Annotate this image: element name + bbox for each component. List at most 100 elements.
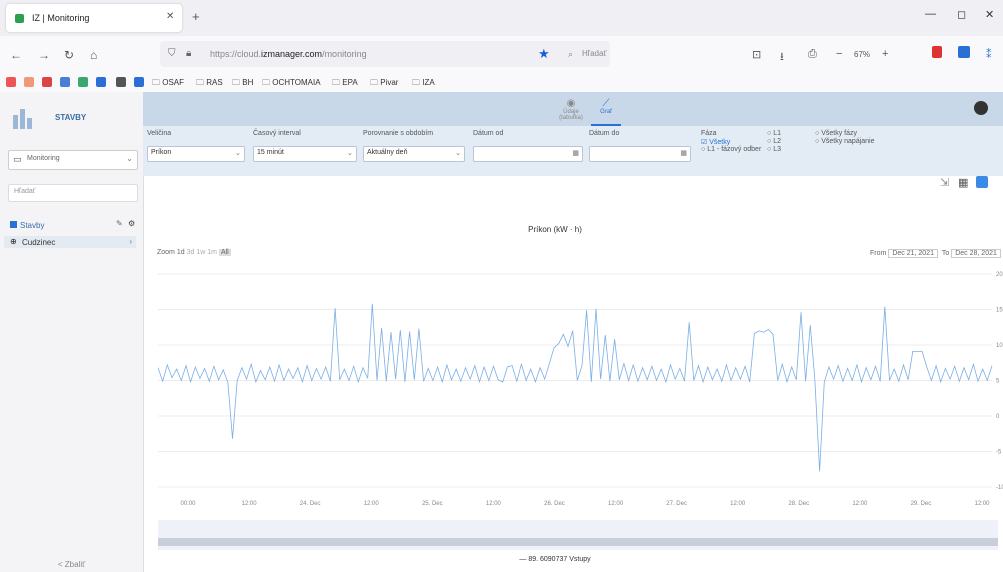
sidebar: STAVBY ▭ Monitoring ⌄ Hľadať Stavby ✎ ⚙ … <box>0 92 144 572</box>
search-input[interactable]: Hľadať <box>582 49 606 58</box>
reload-icon[interactable]: ↻ <box>64 48 74 62</box>
back-icon[interactable]: ← <box>10 48 22 62</box>
range-to-input[interactable]: Dec 28, 2021 <box>951 249 1001 258</box>
range-from-input[interactable]: Dec 21, 2021 <box>888 249 938 258</box>
zoom-out-icon[interactable]: − <box>836 48 842 60</box>
chart-title: Príkon (kW · h) <box>528 225 582 234</box>
bookmark-icon[interactable] <box>134 77 144 87</box>
minimize-icon[interactable]: — <box>925 8 936 20</box>
building-icon <box>10 221 17 228</box>
app-header: ◉ Údaje (tabuľka) ⟋ Graf <box>143 92 1003 126</box>
calendar-icon[interactable]: ▦ <box>680 149 687 157</box>
range-from-label: From <box>870 250 887 257</box>
search-icon: ⌕ <box>568 49 574 59</box>
extension-icon[interactable] <box>958 46 970 58</box>
tab-data[interactable]: ◉ Údaje (tabuľka) <box>551 98 591 121</box>
phase-option-l1[interactable]: ○ L1 <box>767 130 781 137</box>
x-tick-label: 12:00 <box>364 501 380 507</box>
pocket-icon[interactable]: ⊡ <box>752 48 761 61</box>
x-tick-label: 00:00 <box>180 501 196 507</box>
zoom-all[interactable]: All <box>218 249 231 256</box>
chevron-right-icon: › <box>129 237 132 246</box>
new-tab-icon[interactable]: + <box>192 9 200 24</box>
export-icon[interactable]: ⇲ <box>940 176 952 189</box>
x-tick-label: 12:00 <box>486 501 502 507</box>
bookmark-folder-bh[interactable]: 🗀 BH <box>232 77 253 91</box>
x-tick-label: 27. Dec <box>666 501 687 507</box>
power-chart[interactable]: 20 15 10 5 0 -5 -10 00:00 12:00 24. Dec 12:00 25. … <box>150 262 1003 552</box>
print-icon[interactable]: ⎙ <box>808 48 817 61</box>
date-from-input[interactable]: ▦ <box>473 146 583 162</box>
phase-label: Fáza <box>701 130 717 137</box>
y-tick-label: 10 <box>996 343 1003 349</box>
zoom-1m[interactable]: 1m <box>207 249 217 256</box>
gmail-icon[interactable] <box>42 77 52 87</box>
bookmark-folder-ras[interactable]: 🗀 RAS <box>196 77 223 91</box>
quantity-label: Veličina <box>147 130 172 137</box>
edit-icon[interactable]: ✎ <box>116 219 123 228</box>
download-icon[interactable]: ⭳ <box>780 48 784 67</box>
chevron-down-icon: ⌄ <box>455 150 461 157</box>
phase-option-all-supply[interactable]: ○ Všetky napájanie <box>815 138 875 145</box>
settings-icon[interactable]: ⚙ <box>128 219 135 228</box>
bookmark-folder-epa[interactable]: 🗀 EPA <box>332 77 358 91</box>
zoom-1w[interactable]: 1w <box>196 249 205 256</box>
url-text: https://cloud.izmanager.com/monitoring <box>210 49 367 59</box>
sidebar-search-input[interactable]: Hľadať <box>8 184 138 202</box>
bookmark-icon[interactable] <box>24 77 34 87</box>
x-tick-label: 24. Dec <box>300 501 321 507</box>
close-window-icon[interactable]: ✕ <box>985 8 994 21</box>
table-view-icon[interactable]: ▦ <box>958 176 970 189</box>
tree-root[interactable]: Stavby <box>10 221 44 230</box>
shift-value: Aktuálny deň <box>367 149 408 156</box>
location-select-value: Monitoring <box>27 155 60 162</box>
chart-view-icon[interactable] <box>976 176 988 188</box>
interval-select[interactable]: 15 minút ⌄ <box>253 146 357 162</box>
chart-legend[interactable]: — 89. 6090737 Vstupy <box>480 556 630 563</box>
x-tick-label: 25. Dec <box>422 501 443 507</box>
shift-select[interactable]: Aktuálny deň ⌄ <box>363 146 465 162</box>
quantity-value: Príkon <box>151 149 172 156</box>
eye-icon: ◉ <box>566 98 576 109</box>
bookmark-icon[interactable] <box>96 77 106 87</box>
bookmark-icon[interactable] <box>6 77 16 87</box>
extension-shield-icon[interactable] <box>932 46 942 58</box>
legend-series-name: 89. 6090737 Vstupy <box>528 556 591 563</box>
home-icon[interactable]: ⌂ <box>90 48 97 62</box>
bookmark-folder-iza[interactable]: 🗀 IZA <box>412 77 435 91</box>
address-bar[interactable]: ⛉ 🔒︎ https://cloud.izmanager.com/monitor… <box>160 41 610 67</box>
bookmark-folder-ochtomaia[interactable]: 🗀 OCHTOMAIA <box>262 77 321 91</box>
shield-icon: ⛉ <box>168 48 176 59</box>
extensions-menu-icon[interactable]: ⁑ <box>986 48 992 61</box>
bookmark-folder-pivar[interactable]: 🗀 Pivar <box>370 77 398 91</box>
bookmark-icon[interactable] <box>60 77 70 87</box>
bookmark-icon[interactable] <box>78 77 88 87</box>
quantity-select[interactable]: Príkon ⌄ <box>147 146 245 162</box>
filter-bar: Veličina Príkon ⌄ Časový interval 15 minú… <box>143 126 1003 176</box>
phase-option-l2[interactable]: ○ L2 <box>767 138 781 145</box>
user-avatar-icon[interactable] <box>974 101 988 115</box>
close-tab-icon[interactable]: ✕ <box>166 11 174 22</box>
phase-option-all[interactable]: ☑ Všetky <box>701 138 730 146</box>
bookmark-folder-osaf[interactable]: 🗀 OSAF <box>152 77 184 91</box>
location-select[interactable]: ▭ Monitoring ⌄ <box>8 150 138 170</box>
bookmark-star-icon[interactable]: ★ <box>538 46 550 62</box>
zoom-1d[interactable]: 1d <box>177 249 185 256</box>
zoom-in-icon[interactable]: + <box>882 48 888 60</box>
tab-graph-label: Graf <box>600 109 612 115</box>
phase-option-l1-draw[interactable]: ○ L1 - fázový odber <box>701 146 761 153</box>
maximize-icon[interactable]: ◻ <box>957 8 966 21</box>
date-to-input[interactable]: ▦ <box>589 146 691 162</box>
phase-option-l3[interactable]: ○ L3 <box>767 146 781 153</box>
forward-icon[interactable]: → <box>38 48 50 62</box>
y-tick-label: 15 <box>996 308 1003 314</box>
collapse-sidebar-button[interactable]: < Zbaliť <box>0 560 143 569</box>
bookmark-icon[interactable] <box>116 77 126 87</box>
calendar-icon[interactable]: ▦ <box>572 149 579 157</box>
tree-item-selected[interactable]: ⊕ Cudzinec › <box>4 236 136 248</box>
phase-option-all-phases[interactable]: ○ Všetky fázy <box>815 130 857 137</box>
zoom-3d[interactable]: 3d <box>187 249 195 256</box>
browser-tab[interactable]: IZ | Monitoring ✕ <box>6 4 182 32</box>
navigator-scrollbar[interactable] <box>158 538 998 546</box>
tab-graph[interactable]: ⟋ Graf <box>591 98 621 126</box>
